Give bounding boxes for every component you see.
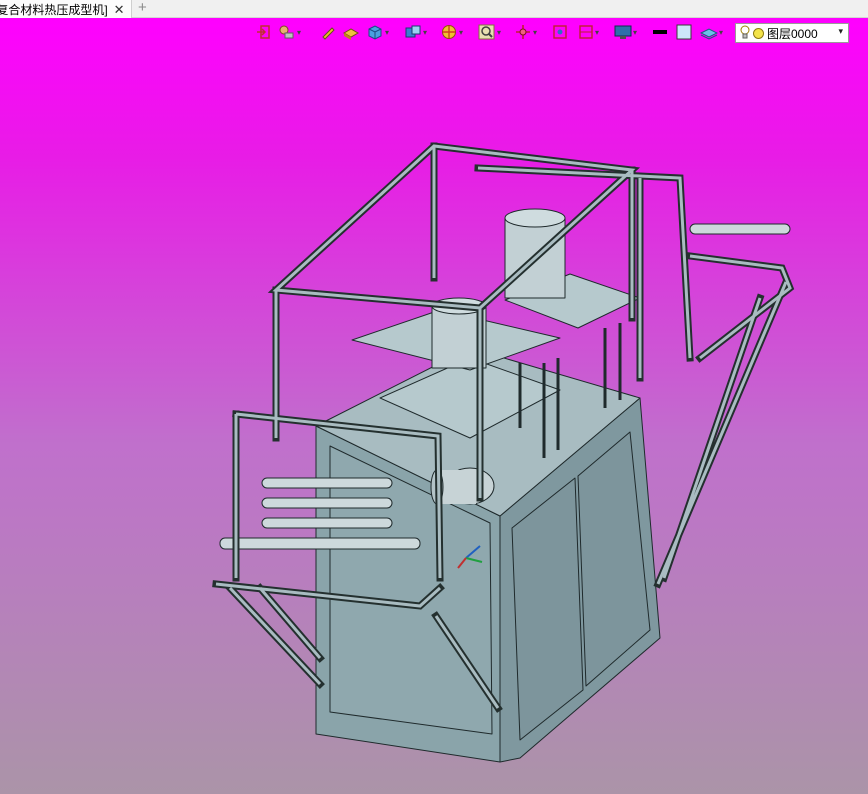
machine-model[interactable]: [0, 18, 868, 794]
document-tab-bar: [复合材料热压成型机] ✕ +: [0, 0, 868, 18]
3d-viewport[interactable]: ▾ ▾ ▾ ▾ ▾ ▾ ▾ ▾ ▾ 图层0000 ▾: [0, 18, 868, 794]
document-tab[interactable]: [复合材料热压成型机] ✕: [0, 0, 132, 18]
tab-title: [复合材料热压成型机]: [0, 2, 108, 17]
new-tab-button[interactable]: +: [138, 0, 147, 16]
close-tab-icon[interactable]: ✕: [114, 3, 125, 16]
